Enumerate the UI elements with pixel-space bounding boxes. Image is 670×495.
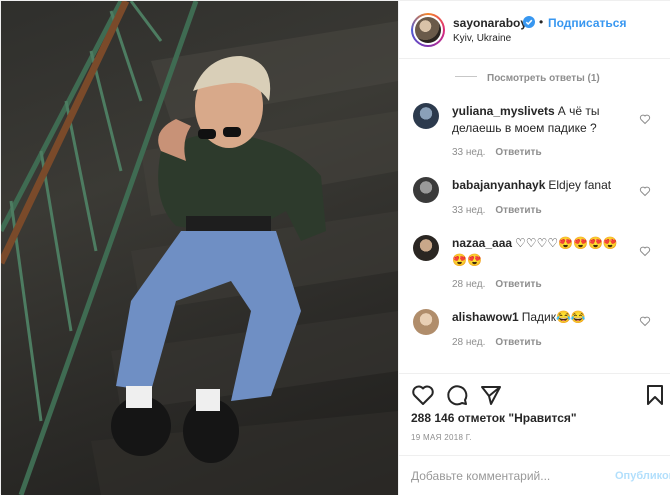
comment-username[interactable]: yuliana_myslivets [452,104,555,118]
comment-body: Eldjey fanat [548,178,612,192]
heart-icon[interactable] [411,383,435,407]
share-icon[interactable] [479,383,503,407]
publish-button[interactable]: Опубликовать [615,470,670,482]
comment-heart-icon[interactable] [639,315,651,327]
post-photo[interactable] [1,1,398,495]
comment-username[interactable]: babajanyanhayk [452,178,545,192]
comment-username[interactable]: nazaa_aaa [452,236,512,250]
instagram-post: sayonaraboy • Подписаться Kyiv, Ukraine … [0,0,670,495]
replies-line [455,75,477,77]
comment-icon[interactable] [445,383,469,407]
comment-time: 33 нед. [452,205,486,216]
comment-time: 28 нед. [452,279,486,290]
comment-time: 28 нед. [452,337,486,348]
comment-meta: 28 нед. Ответить [452,337,542,348]
comment-heart-icon[interactable] [639,185,651,197]
bookmark-icon[interactable] [643,383,667,407]
view-replies-button[interactable]: Посмотреть ответы (1) [455,73,600,84]
separator-dot: • [539,15,544,29]
avatar-image [415,17,441,43]
comment-time: 33 нед. [452,147,486,158]
username[interactable]: sayonaraboy [453,16,527,30]
comment-body: Падик😂😂 [521,310,586,324]
location-link[interactable]: Kyiv, Ukraine [453,33,511,44]
comment-avatar[interactable] [413,103,439,129]
comment-avatar[interactable] [413,235,439,261]
comment-meta: 33 нед. Ответить [452,205,542,216]
follow-button[interactable]: Подписаться [548,16,626,30]
verified-badge-icon [523,16,535,28]
post-header: sayonaraboy • Подписаться Kyiv, Ukraine [399,1,670,59]
comment-meta: 28 нед. Ответить [452,279,542,290]
comment-meta: 33 нед. Ответить [452,147,542,158]
comment-text: babajanyanhayk Eldjey fanat [452,177,632,194]
comment-heart-icon[interactable] [639,113,651,125]
comment-input[interactable] [411,464,601,488]
photo-illustration [1,1,398,495]
comment-avatar[interactable] [413,177,439,203]
comment-avatar[interactable] [413,309,439,335]
post-actions [399,373,670,415]
add-comment-bar: Опубликовать [399,455,670,495]
comment-text: yuliana_myslivets А чё ты делаешь в моем … [452,103,632,137]
comment-heart-icon[interactable] [639,245,651,257]
reply-button[interactable]: Ответить [495,205,541,216]
reply-button[interactable]: Ответить [495,337,541,348]
post-date[interactable]: 19 МАЯ 2018 Г. [411,433,472,442]
avatar[interactable] [411,13,445,47]
comments-list: Посмотреть ответы (1) yuliana_myslivets А… [399,59,670,371]
comment-username[interactable]: alishawow1 [452,310,519,324]
likes-count[interactable]: 288 146 отметок "Нравится" [411,411,577,425]
reply-button[interactable]: Ответить [495,147,541,158]
comment-text: alishawow1 Падик😂😂 [452,309,632,326]
post-sidebar: sayonaraboy • Подписаться Kyiv, Ukraine … [398,1,670,495]
view-replies-label: Посмотреть ответы (1) [487,73,600,84]
comment-text: nazaa_aaa ♡♡♡♡😍😍😍😍😍😍 [452,235,632,269]
reply-button[interactable]: Ответить [495,279,541,290]
